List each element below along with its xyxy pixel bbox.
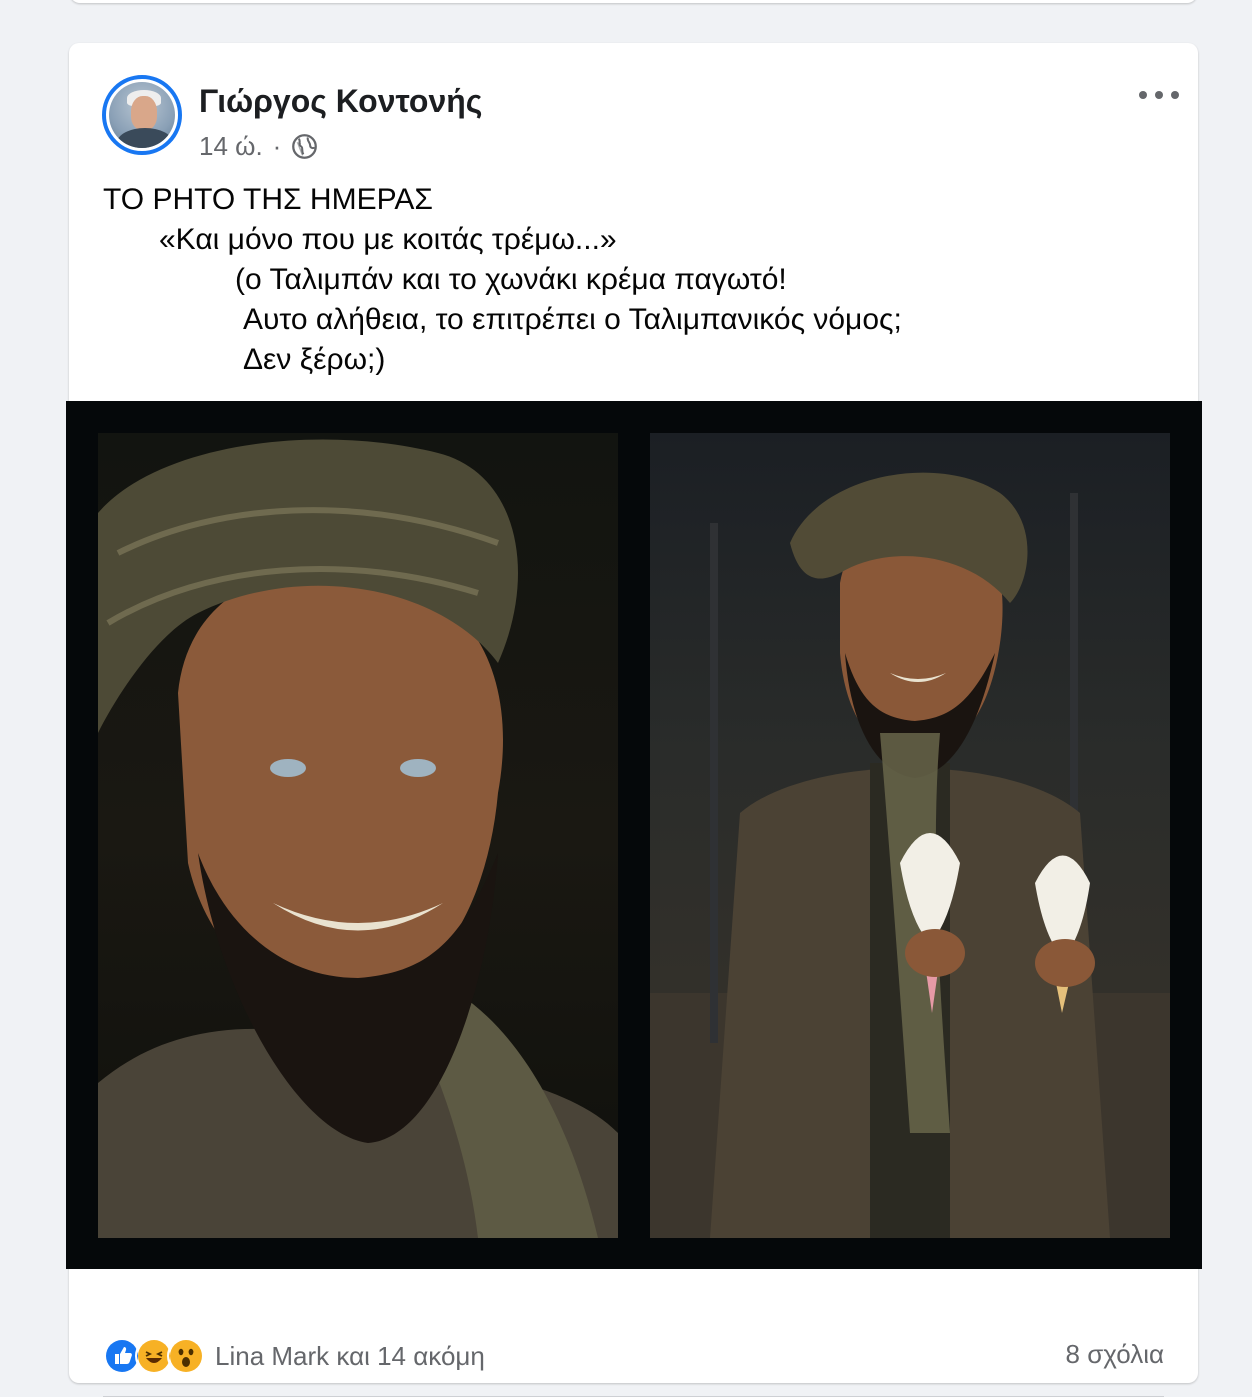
post-text: ΤΟ ΡΗΤΟ ΤΗΣ ΗΜΕΡΑΣ «Και μόνο που με κοιτ…	[103, 180, 902, 380]
post-photo[interactable]	[66, 401, 1202, 1269]
post-text-line: Αυτο αλήθεια, το επιτρέπει ο Ταλιμπανικό…	[243, 303, 902, 336]
wow-icon	[167, 1337, 205, 1375]
post-text-line: Δεν ξέρω;)	[243, 343, 386, 376]
author-name[interactable]: Γιώργος Κοντονής	[199, 83, 482, 120]
post-text-line: (ο Ταλιμπάν και το χωνάκι κρέμα παγωτό!	[235, 263, 787, 296]
post-text-line: «Και μόνο που με κοιτάς τρέμω...»	[159, 223, 617, 256]
previous-post-card	[70, 0, 1197, 3]
meta-separator: ·	[272, 131, 282, 161]
globe-icon[interactable]	[291, 133, 318, 160]
post-time[interactable]: 14 ώ.	[199, 131, 263, 162]
comments-count[interactable]: 8 σχόλια	[1066, 1339, 1164, 1370]
post-text-line: ΤΟ ΡΗΤΟ ΤΗΣ ΗΜΕΡΑΣ	[103, 183, 433, 216]
reactions-label[interactable]: Lina Mark και 14 ακόμη	[215, 1341, 485, 1372]
reactions-summary[interactable]: Lina Mark και 14 ακόμη	[103, 1337, 485, 1375]
photo-left	[98, 433, 618, 1238]
post-footer: Lina Mark και 14 ακόμη 8 σχόλια	[69, 1313, 1198, 1397]
author-avatar[interactable]	[102, 75, 182, 155]
photo-right	[650, 433, 1170, 1238]
more-options-icon[interactable]	[1139, 83, 1179, 107]
post-meta: 14 ώ. ·	[199, 131, 318, 162]
